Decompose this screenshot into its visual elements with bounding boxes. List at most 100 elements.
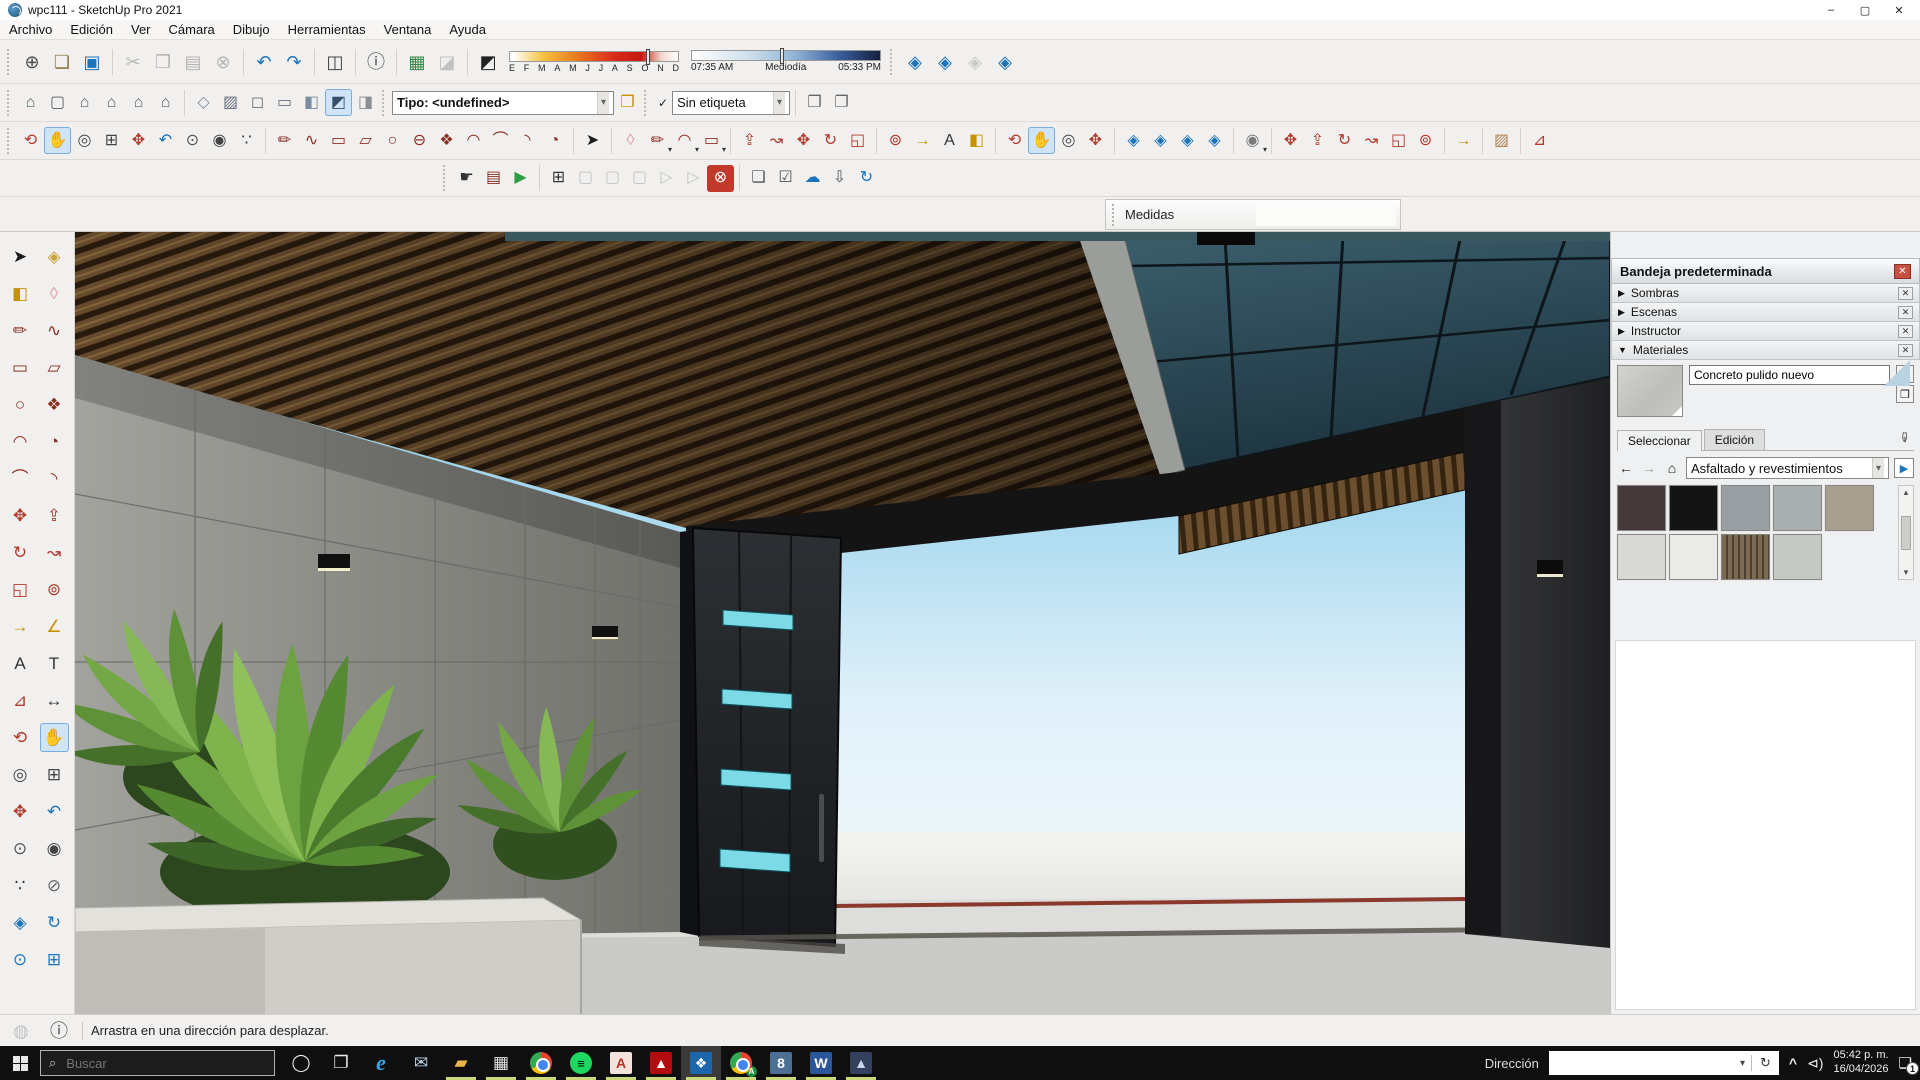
follow-me-2-button[interactable]: ↝ bbox=[1358, 127, 1385, 154]
make-component-button[interactable]: ◈ bbox=[40, 242, 69, 271]
cloud-upload-button[interactable]: ☁ bbox=[799, 165, 826, 192]
chevron-down-icon[interactable]: ▾ bbox=[1734, 1058, 1751, 1069]
taskbar-photos[interactable]: ▲ bbox=[841, 1046, 881, 1080]
model-info-button[interactable]: ⓘ bbox=[361, 47, 391, 77]
texture-position-button[interactable]: ▨ bbox=[1488, 127, 1515, 154]
tab-seleccionar[interactable]: Seleccionar bbox=[1617, 430, 1702, 451]
tag-dropdown[interactable]: Sin etiqueta ▾ bbox=[672, 91, 790, 115]
scroll-up-icon[interactable]: ▲ bbox=[1902, 488, 1910, 497]
select-button[interactable]: ➤ bbox=[579, 127, 606, 154]
tag-tool-1-button[interactable]: ❒ bbox=[801, 89, 828, 116]
account-button[interactable]: ◉▾ bbox=[1239, 127, 1266, 154]
shaded-style-button[interactable]: ◧ bbox=[298, 89, 325, 116]
push-pull-2-button[interactable]: ⇪ bbox=[1304, 127, 1331, 154]
taskbar-file-explorer[interactable]: ▰ bbox=[441, 1046, 481, 1080]
tape-measure-button[interactable]: → bbox=[909, 127, 936, 154]
three-point-arc-button[interactable]: ◝ bbox=[40, 464, 69, 493]
adv-camera-2-button[interactable]: ↻ bbox=[40, 908, 69, 937]
shadows-toggle-button[interactable]: ◩ bbox=[473, 47, 503, 77]
rotate-button[interactable]: ↻ bbox=[817, 127, 844, 154]
add-location-button[interactable]: ▦ bbox=[402, 47, 432, 77]
material-swatch[interactable] bbox=[1825, 485, 1874, 531]
walk-button[interactable]: ∵ bbox=[6, 871, 35, 900]
taskbar-autocad[interactable]: A bbox=[601, 1046, 641, 1080]
taskbar-edge[interactable]: e bbox=[361, 1046, 401, 1080]
offset-button[interactable]: ⊚ bbox=[40, 575, 69, 604]
pan-button[interactable]: ✋ bbox=[44, 127, 71, 154]
menu-ayuda[interactable]: Ayuda bbox=[440, 20, 495, 39]
home-icon[interactable]: ⌂ bbox=[1663, 460, 1681, 476]
eraser-button[interactable]: ◊ bbox=[40, 279, 69, 308]
position-camera-button[interactable]: ⊙ bbox=[6, 834, 35, 863]
scale-button[interactable]: ◱ bbox=[844, 127, 871, 154]
material-swatch[interactable] bbox=[1773, 534, 1822, 580]
material-swatch[interactable] bbox=[1773, 485, 1822, 531]
volume-icon[interactable]: ⊲) bbox=[1807, 1055, 1823, 1072]
section-close-button[interactable]: ✕ bbox=[1898, 287, 1913, 300]
pan-button[interactable]: ✋ bbox=[40, 723, 69, 752]
action-center-icon[interactable]: ❏ 1 bbox=[1899, 1054, 1912, 1072]
validate-check-button[interactable]: ☑ bbox=[772, 165, 799, 192]
push-pull-button[interactable]: ⇪ bbox=[40, 501, 69, 530]
material-swatch[interactable] bbox=[1721, 485, 1770, 531]
follow-me-button[interactable]: ↝ bbox=[40, 538, 69, 567]
taskbar-sketchup[interactable]: ❖ bbox=[681, 1046, 721, 1080]
address-input[interactable]: ▾ ↻ bbox=[1549, 1051, 1779, 1075]
material-swatch[interactable] bbox=[1669, 534, 1718, 580]
undo-button[interactable]: ↶ bbox=[249, 47, 279, 77]
time-slider-track[interactable] bbox=[691, 50, 881, 61]
rotate-2-button[interactable]: ↻ bbox=[1331, 127, 1358, 154]
xray-style-button[interactable]: ◇ bbox=[190, 89, 217, 116]
tray-section-instructor[interactable]: ▶Instructor✕ bbox=[1611, 322, 1920, 341]
front-view-button[interactable]: ⌂ bbox=[71, 89, 98, 116]
taskbar-store[interactable]: ▦ bbox=[481, 1046, 521, 1080]
help-button[interactable]: ⓘ bbox=[44, 1016, 74, 1046]
scrollbar-thumb[interactable] bbox=[1901, 516, 1911, 550]
paint-bucket-button[interactable]: ◧ bbox=[963, 127, 990, 154]
walk-button[interactable]: ∵ bbox=[233, 127, 260, 154]
push-pull-button[interactable]: ⇪ bbox=[736, 127, 763, 154]
arc-menu-button[interactable]: ◠▾ bbox=[671, 127, 698, 154]
adv-camera-4-button[interactable]: ⊞ bbox=[40, 945, 69, 974]
scroll-down-icon[interactable]: ▼ bbox=[1902, 568, 1910, 577]
material-preview-thumbnail[interactable] bbox=[1617, 365, 1683, 417]
orbit-2-button[interactable]: ⟲ bbox=[1001, 127, 1028, 154]
swatch-scrollbar[interactable]: ▲ ▼ bbox=[1898, 485, 1914, 580]
material-swatch[interactable] bbox=[1617, 534, 1666, 580]
menu-ver[interactable]: Ver bbox=[122, 20, 160, 39]
taskbar-acrobat[interactable]: ▲ bbox=[641, 1046, 681, 1080]
section-close-button[interactable]: ✕ bbox=[1898, 325, 1913, 338]
section-close-button[interactable]: ✕ bbox=[1898, 306, 1913, 319]
start-button[interactable] bbox=[0, 1046, 40, 1080]
rotated-rectangle-button[interactable]: ▱ bbox=[40, 353, 69, 382]
freehand-button[interactable]: ∿ bbox=[298, 127, 325, 154]
circle-button[interactable]: ○ bbox=[6, 390, 35, 419]
taskbar-mail[interactable]: ✉ bbox=[401, 1046, 441, 1080]
move-button[interactable]: ✥ bbox=[6, 501, 35, 530]
tray-section-sombras[interactable]: ▶Sombras✕ bbox=[1611, 284, 1920, 303]
line-menu-button[interactable]: ✏▾ bbox=[644, 127, 671, 154]
play-animation-button[interactable]: ▶ bbox=[507, 165, 534, 192]
eyedropper-icon[interactable]: ✑ bbox=[1896, 432, 1913, 444]
extension-warehouse-button[interactable]: ◈ bbox=[990, 47, 1020, 77]
menu-ventana[interactable]: Ventana bbox=[375, 20, 441, 39]
previous-view-button[interactable]: ↶ bbox=[152, 127, 179, 154]
offset-2-button[interactable]: ⊚ bbox=[1412, 127, 1439, 154]
section-close-button[interactable]: ✕ bbox=[1898, 344, 1913, 357]
warehouse-get-models-button[interactable]: ◈ bbox=[1120, 127, 1147, 154]
right-view-button[interactable]: ⌂ bbox=[98, 89, 125, 116]
scale-button[interactable]: ◱ bbox=[6, 575, 35, 604]
time-slider-handle[interactable] bbox=[780, 48, 784, 64]
text-tool-button[interactable]: A bbox=[936, 127, 963, 154]
dimensions-button[interactable]: ↔ bbox=[40, 686, 69, 715]
eraser-button[interactable]: ◊ bbox=[617, 127, 644, 154]
adv-camera-3-button[interactable]: ⊙ bbox=[6, 945, 35, 974]
zoom-2-button[interactable]: ◎ bbox=[1055, 127, 1082, 154]
follow-me-button[interactable]: ↝ bbox=[763, 127, 790, 154]
orbit-button[interactable]: ⟲ bbox=[17, 127, 44, 154]
arc-button[interactable]: ◠ bbox=[460, 127, 487, 154]
scale-2-button[interactable]: ◱ bbox=[1385, 127, 1412, 154]
sync-folder-button[interactable]: ❏ bbox=[745, 165, 772, 192]
taskbar-spotify[interactable]: ≡ bbox=[561, 1046, 601, 1080]
download-model-button[interactable]: ⇩ bbox=[826, 165, 853, 192]
